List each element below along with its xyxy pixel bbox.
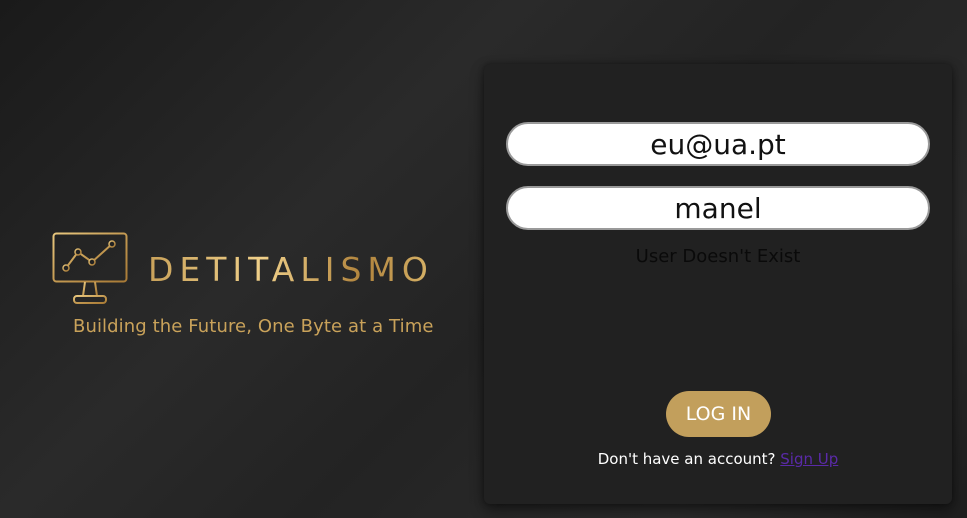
login-button[interactable]: LOG IN bbox=[666, 391, 771, 437]
brand-block: DETITALISMO Building the Future, One Byt… bbox=[52, 232, 452, 342]
error-message: User Doesn't Exist bbox=[635, 246, 801, 267]
password-field[interactable] bbox=[506, 186, 930, 230]
signup-prompt: Don't have an account? bbox=[597, 450, 776, 468]
email-field[interactable] bbox=[506, 122, 930, 166]
brand-tagline: Building the Future, One Byte at a Time bbox=[73, 316, 434, 337]
login-panel: User Doesn't Exist LOG IN Don't have an … bbox=[484, 64, 952, 504]
signup-line: Don't have an account? Sign Up bbox=[484, 450, 952, 468]
monitor-chart-icon bbox=[52, 232, 130, 308]
signup-link[interactable]: Sign Up bbox=[780, 450, 838, 468]
brand-name: DETITALISMO bbox=[148, 250, 434, 289]
